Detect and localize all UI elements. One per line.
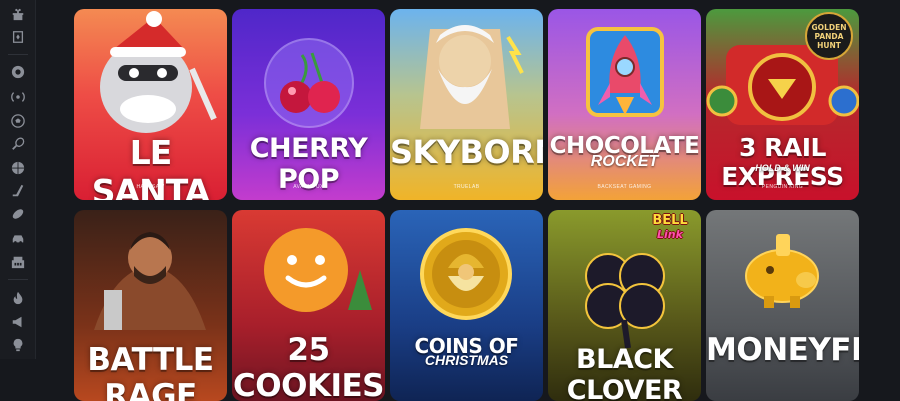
chocolate-rocket-artwork <box>586 27 664 117</box>
game-card-3-rail-express[interactable]: GOLDEN PANDA HUNT 3 RAIL EXPRESS HOLD & … <box>706 9 859 200</box>
coins-of-christmas-artwork <box>420 228 512 320</box>
soccer-icon[interactable] <box>10 113 26 129</box>
game-subtitle: CHRISTMAS <box>424 352 509 368</box>
game-title: SKYBORN <box>390 133 543 171</box>
skyborn-artwork <box>420 25 524 129</box>
hockey-icon[interactable] <box>10 183 26 199</box>
game-provider: PENGUIN KING <box>761 184 804 190</box>
aperture-icon[interactable] <box>10 64 26 80</box>
cards-icon[interactable] <box>10 29 26 45</box>
game-provider: BACKSEAT GAMING <box>597 184 652 190</box>
basketball-icon[interactable] <box>10 160 26 176</box>
moneyfest-artwork <box>745 234 819 308</box>
game-card-le-santa[interactable]: LE SANTA HACKSAW <box>74 9 227 200</box>
game-card-25-cookies[interactable]: 25 COOKIES <box>232 210 385 401</box>
game-grid: LE SANTA HACKSAW CHERRY POP AVATAR UX SK… <box>74 9 864 401</box>
game-card-moneyfest[interactable]: MONEYFEST <box>706 210 859 401</box>
sidebar <box>0 0 36 359</box>
racing-icon[interactable] <box>10 230 26 246</box>
game-provider: AVATAR UX <box>293 184 324 190</box>
game-card-battle-rage[interactable]: BATTLE RAGE <box>74 210 227 401</box>
logo-top-text: BELL <box>652 213 688 228</box>
bulb-icon[interactable] <box>10 337 26 353</box>
game-provider: TRUELAB <box>453 184 480 190</box>
tennis-icon[interactable] <box>10 136 26 152</box>
broadcast-icon[interactable] <box>10 89 26 105</box>
game-card-cherry-pop[interactable]: CHERRY POP AVATAR UX <box>232 9 385 200</box>
game-title: BLACK CLOVER <box>566 344 683 401</box>
casino-icon[interactable] <box>10 254 26 270</box>
game-card-skyborn[interactable]: SKYBORN TRUELAB <box>390 9 543 200</box>
megaphone-icon[interactable] <box>10 314 26 330</box>
game-title: 3 RAIL EXPRESS <box>721 133 844 191</box>
football-icon[interactable] <box>10 206 26 222</box>
game-provider: HACKSAW <box>136 184 165 190</box>
game-card-black-clover[interactable]: BELL Link BLACK CLOVER <box>548 210 701 401</box>
game-subtitle: HOLD & WIN <box>755 163 810 173</box>
bell-link-logo: BELL Link <box>644 214 696 248</box>
game-title: MONEYFEST <box>706 332 859 368</box>
fire-icon[interactable] <box>10 290 26 306</box>
logo-bottom-text: Link <box>657 228 683 241</box>
game-subtitle: ROCKET <box>590 153 659 170</box>
game-title: 25 COOKIES <box>232 332 385 401</box>
game-card-chocolate-rocket[interactable]: CHOCOLATE ROCKET BACKSEAT GAMING <box>548 9 701 200</box>
gift-icon[interactable] <box>10 6 26 22</box>
game-card-coins-of-christmas[interactable]: COINS OF CHRISTMAS <box>390 210 543 401</box>
golden-panda-hunt-badge: GOLDEN PANDA HUNT <box>805 12 853 60</box>
game-title: BATTLE RAGE <box>87 342 214 401</box>
